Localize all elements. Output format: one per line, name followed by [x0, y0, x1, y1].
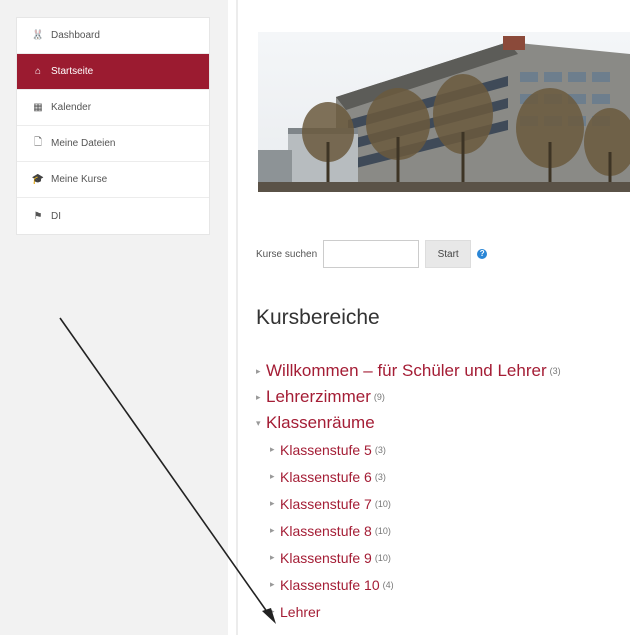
category-count: (3) [549, 366, 561, 376]
nav-item-kalender[interactable]: ▦ Kalender [17, 90, 209, 126]
category-count: (10) [374, 498, 391, 509]
category-item[interactable]: ▸ Klassenstufe 8 (10) [256, 517, 626, 544]
category-label[interactable]: Lehrer [280, 604, 320, 620]
flag-icon: ⚑ [33, 210, 43, 222]
category-count: (10) [374, 525, 391, 536]
chevron-right-icon[interactable]: ▸ [270, 498, 280, 509]
chevron-right-icon[interactable]: ▸ [256, 366, 266, 377]
course-category-tree: ▸ Willkommen – für Schüler und Lehrer (3) ▸… [256, 358, 626, 625]
nav-item-dashboard[interactable]: 🐰 Dashboard [17, 18, 209, 54]
chevron-down-icon[interactable]: ▾ [256, 418, 266, 429]
nav-item-label: Meine Kurse [51, 174, 108, 185]
category-count: (9) [373, 392, 385, 402]
category-item[interactable]: ▾ Klassenräume [256, 410, 626, 436]
category-count: (4) [382, 579, 394, 590]
category-label[interactable]: Klassenräume [266, 413, 375, 433]
chevron-right-icon[interactable]: ▸ [270, 525, 280, 536]
category-item[interactable]: ▸ Lehrerzimmer (9) [256, 384, 626, 410]
nav-item-label: Kalender [51, 102, 92, 113]
category-item[interactable]: ▸ Klassenstufe 10 (4) [256, 571, 626, 598]
category-label[interactable]: Klassenstufe 7 [280, 496, 372, 512]
search-start-button[interactable]: Start [425, 240, 472, 268]
chevron-right-icon[interactable]: ▸ [270, 552, 280, 563]
chevron-right-icon[interactable]: ▸ [270, 579, 280, 590]
category-item[interactable]: ▸ Willkommen – für Schüler und Lehrer (3) [256, 358, 626, 384]
nav-item-meine-kurse[interactable]: 🎓 Meine Kurse [17, 162, 209, 198]
page-title: Kursbereiche [256, 306, 380, 329]
category-item[interactable]: ▸ Klassenstufe 6 (3) [256, 463, 626, 490]
nav-item-startseite[interactable]: ⌂ Startseite [17, 54, 209, 90]
nav-item-meine-dateien[interactable]: 🗋 Meine Dateien [17, 126, 209, 162]
school-building-image [258, 32, 630, 192]
search-input[interactable] [323, 240, 420, 268]
chevron-right-icon[interactable]: ▸ [270, 444, 280, 455]
category-item[interactable]: ▸ Klassenstufe 7 (10) [256, 490, 626, 517]
category-label[interactable]: Klassenstufe 8 [280, 523, 372, 539]
home-icon: ⌂ [34, 66, 42, 77]
calendar-icon: ▦ [33, 102, 43, 113]
chevron-right-icon[interactable]: ▸ [270, 471, 280, 482]
nav-item-label: Startseite [51, 66, 94, 77]
category-label[interactable]: Klassenstufe 9 [280, 550, 372, 566]
category-label[interactable]: Klassenstufe 6 [280, 469, 372, 485]
nav-item-label: Meine Dateien [51, 138, 116, 149]
category-item[interactable]: ▸ Klassenstufe 5 (3) [256, 436, 626, 463]
category-label[interactable]: Klassenstufe 10 [280, 577, 380, 593]
course-search: Kurse suchen Start ? [256, 240, 488, 268]
file-icon: 🗋 [33, 137, 43, 148]
category-count: (3) [374, 471, 386, 482]
category-count: (3) [374, 444, 386, 455]
category-label[interactable]: Klassenstufe 5 [280, 442, 372, 458]
category-label[interactable]: Lehrerzimmer [266, 387, 371, 407]
nav-item-label: DI [51, 210, 61, 222]
nav-item-di[interactable]: ⚑ DI [17, 198, 209, 234]
category-item[interactable]: ▸ Lehrer [256, 598, 626, 625]
chevron-right-icon[interactable]: ▸ [270, 606, 280, 617]
navigation-block: 🐰 Dashboard ⌂ Startseite ▦ Kalender 🗋 Me… [16, 17, 210, 235]
nav-item-label: Dashboard [51, 30, 100, 41]
category-label[interactable]: Willkommen – für Schüler und Lehrer [266, 361, 547, 381]
category-item[interactable]: ▸ Klassenstufe 9 (10) [256, 544, 626, 571]
help-icon[interactable]: ? [477, 249, 488, 259]
dashboard-icon: 🐰 [31, 30, 45, 41]
column-divider [236, 0, 238, 635]
category-count: (10) [374, 552, 391, 563]
search-label: Kurse suchen [256, 248, 318, 260]
chevron-right-icon[interactable]: ▸ [256, 392, 266, 403]
graduation-cap-icon: 🎓 [31, 174, 45, 185]
